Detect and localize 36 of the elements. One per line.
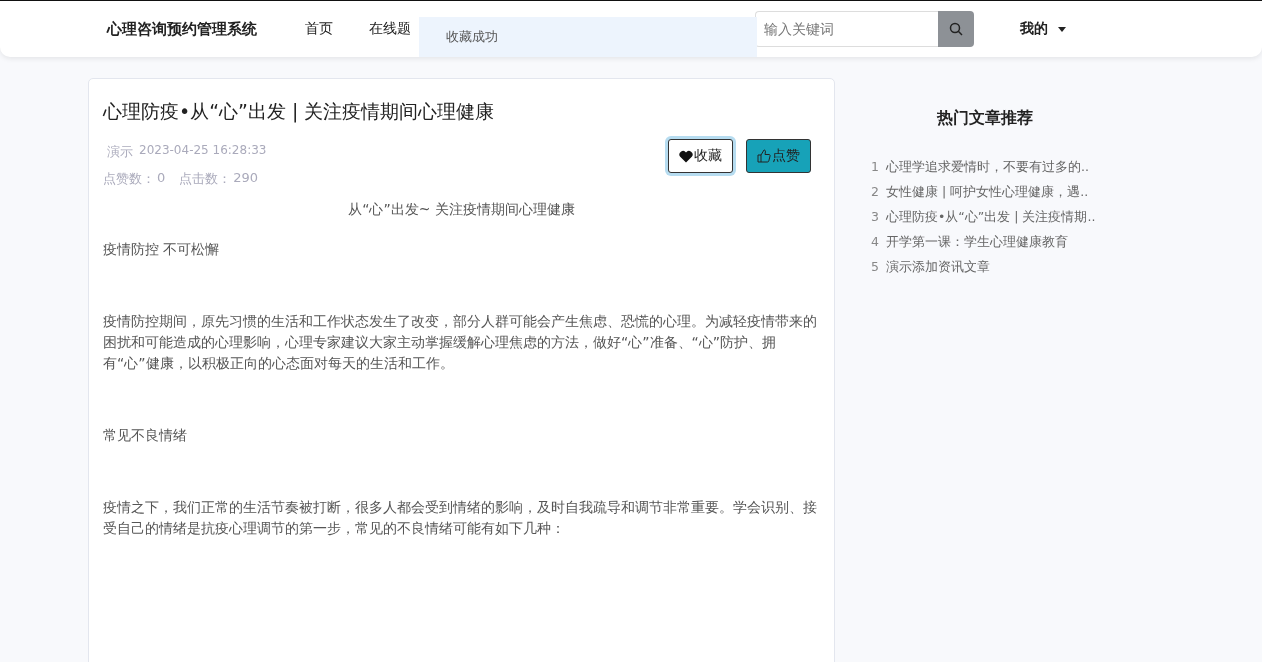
nav-link[interactable]: 在线题 [369, 20, 411, 38]
toast-message: 收藏成功 [419, 17, 757, 57]
article-paragraph: 疫情之下，我们正常的生活节奏被打断，很多人都会受到情绪的影响，及时自我疏导和调节非常重要。学会识别、接受自己的情绪是抗疫心理调节的第一步，常见的不良情绪可能有如下几种： [103, 498, 818, 538]
nav-link[interactable]: 首页 [305, 20, 333, 38]
author-name: 演示 [107, 143, 133, 161]
rank-number: 1 [871, 159, 880, 176]
sidebar-title: 热门文章推荐 [936, 108, 1034, 129]
rank-number: 4 [871, 234, 880, 251]
article-title: 心理防疫•从“心”出发 | 关注疫情期间心理健康 [103, 99, 496, 125]
article-paragraph: 疫情防控 不可松懈 [103, 240, 221, 259]
article-link[interactable]: 心理防疫•从“心”出发 | 关注疫情期.. [886, 209, 1096, 226]
caret-icon [1058, 26, 1066, 32]
publish-date: 2023-04-25 16:28:33 [139, 143, 267, 159]
article-link[interactable]: 心理学追求爱情时，不要有过多的.. [886, 159, 1089, 176]
clicks-label: 点击数： [179, 170, 232, 188]
rank-number: 3 [871, 209, 880, 226]
likes-count: 0 [157, 170, 166, 187]
user-menu[interactable]: 我的 [1020, 20, 1066, 38]
article-link[interactable]: 演示添加资讯文章 [886, 259, 990, 276]
article-link[interactable]: 开学第一课：学生心理健康教育 [886, 234, 1068, 251]
rank-number: 2 [871, 184, 880, 201]
clicks-count: 290 [233, 170, 259, 187]
brand-link[interactable]: 心理咨询预约管理系统 [107, 19, 305, 39]
like-button[interactable]: 点赞 [746, 139, 811, 173]
article-link[interactable]: 女性健康 | 呵护女性心理健康，遇.. [886, 184, 1089, 201]
search-icon [949, 22, 963, 36]
favorite-button[interactable]: 收藏 [668, 139, 733, 173]
article-subtitle: 从“心”出发~ 关注疫情期间心理健康 [347, 201, 576, 219]
thumbs-up-icon [757, 149, 771, 163]
article-paragraph: 疫情防控期间，原先习惯的生活和工作状态发生了改变，部分人群可能会产生焦虑、恐慌的心理。为减轻疫情带来的困扰和可能造成的心理影响，心理专家建议大家主动掌握缓解心理焦虑的方法，做好“心”准备、“心”防护、拥有“心”健康，以积极正向的心态面对每天的生活和工作。 [103, 312, 818, 373]
rank-number: 5 [871, 259, 880, 276]
likes-label: 点赞数： [103, 170, 155, 188]
search-field[interactable]: 输入关键词 [755, 11, 938, 47]
heart-icon [679, 149, 693, 163]
search-button[interactable] [938, 11, 974, 47]
article-paragraph: 常见不良情绪 [103, 426, 188, 445]
